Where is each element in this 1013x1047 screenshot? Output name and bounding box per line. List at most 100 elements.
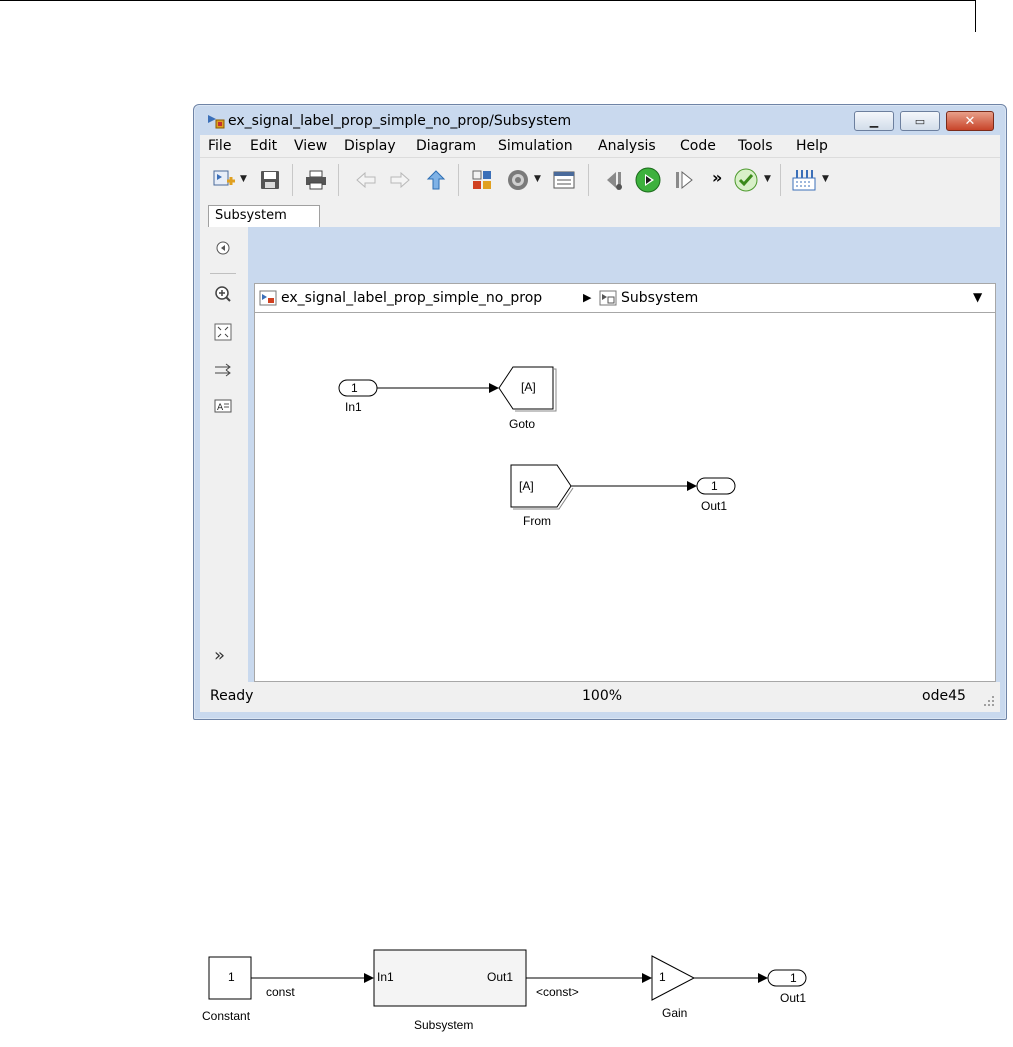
breadcrumb-root[interactable]: ex_signal_label_prop_simple_no_prop [281,290,542,306]
window-title: ex_signal_label_prop_simple_no_prop/Subs… [228,113,572,129]
maximize-icon: ▭ [914,114,926,128]
arrowhead [687,481,697,491]
model-advisor-dropdown-icon[interactable]: ▼ [764,174,771,184]
menu-simulation[interactable]: Simulation [498,135,573,157]
breadcrumb-child[interactable]: Subsystem [621,290,698,306]
solver-name[interactable]: ode45 [922,688,966,704]
fit-to-view-button[interactable] [212,321,234,343]
forward-button[interactable] [386,166,414,194]
menu-help[interactable]: Help [796,135,828,157]
subsystem-label: Subsystem [414,1018,474,1032]
goto-tag: [A] [521,380,536,394]
from-tag: [A] [519,479,534,493]
model-advisor-button[interactable] [732,166,760,194]
gain-value: 1 [659,970,666,984]
breadcrumb-dropdown-icon[interactable]: ▼ [973,290,982,304]
constant-value: 1 [228,970,235,984]
annotation-button[interactable]: A [212,395,234,417]
toolbar-separator [338,164,339,196]
simulink-window: ex_signal_label_prop_simple_no_prop/Subs… [193,104,1007,720]
status-text: Ready [210,688,254,704]
resize-grip-icon[interactable] [982,694,996,708]
left-palette: A » [200,227,248,682]
in1-port[interactable] [338,379,378,397]
back-arrow-icon [356,171,376,189]
goto-label: Goto [509,417,536,431]
step-back-button[interactable] [600,166,628,194]
toolbar-separator [292,164,293,196]
top-level-diagram [208,949,807,1007]
up-arrow-icon [426,170,446,190]
minimize-icon: ▁ [869,114,879,128]
up-button[interactable] [422,166,450,194]
run-button[interactable] [634,166,662,194]
constant-label: Constant [202,1009,251,1023]
build-dropdown-icon[interactable]: ▼ [822,174,829,184]
gain-label: Gain [662,1006,688,1020]
zoom-button[interactable] [212,283,234,305]
menu-tools[interactable]: Tools [738,135,773,157]
menu-view[interactable]: View [294,135,327,157]
model-explorer-button[interactable] [550,166,578,194]
palette-expand-icon[interactable]: » [214,645,225,666]
toolbar-overflow-icon[interactable]: » [712,168,722,187]
page-header-rule [0,0,975,1]
hide-browser-button[interactable] [212,237,234,259]
menu-display[interactable]: Display [344,135,396,157]
menu-file[interactable]: File [208,135,231,157]
close-button[interactable]: ✕ [946,111,994,131]
tab-strip: Subsystem [200,201,1000,227]
step-back-icon [607,172,622,190]
menu-bar: File Edit View Display Diagram Simulatio… [200,135,1000,157]
menu-diagram[interactable]: Diagram [416,135,476,157]
toolbar: ▼ ▼ » ▼ ▼ [200,157,1000,202]
new-model-dropdown-icon[interactable]: ▼ [240,174,247,184]
arrowhead [642,973,652,983]
new-model-icon [213,170,235,186]
subsystem-out-port: Out1 [487,970,514,984]
toolbar-separator [458,164,459,196]
model-canvas[interactable]: 1 In1 [A] Goto [A] From 1 Out1 [254,313,996,682]
zoom-in-icon [215,286,231,302]
model-explorer-icon [553,171,575,189]
palette-separator [210,273,236,274]
save-button[interactable] [256,166,284,194]
breadcrumb-separator-icon: ▶ [583,291,592,304]
menu-edit[interactable]: Edit [250,135,277,157]
subsystem-diagram [338,366,736,510]
step-forward-button[interactable] [670,166,698,194]
out1-port-number: 1 [711,479,718,493]
menu-analysis[interactable]: Analysis [598,135,656,157]
maximize-button[interactable]: ▭ [900,111,940,131]
svg-text:A: A [217,403,224,413]
close-icon: ✕ [964,113,976,129]
new-model-button[interactable] [210,166,238,194]
library-browser-button[interactable] [468,166,496,194]
build-icon [792,170,816,191]
in1-port-label: In1 [345,400,362,414]
build-button[interactable] [790,166,818,194]
library-browser-icon [472,170,491,189]
signal-routing-button[interactable] [212,359,234,381]
model-icon [259,290,277,306]
toolbar-separator [588,164,589,196]
forward-arrow-icon [390,171,410,189]
configuration-dropdown-icon[interactable]: ▼ [534,174,541,184]
signal1-label: const [266,985,295,999]
title-bar[interactable]: ex_signal_label_prop_simple_no_prop/Subs… [194,105,1006,135]
tab-subsystem[interactable]: Subsystem [208,205,320,227]
minimize-button[interactable]: ▁ [854,111,894,131]
from-label: From [523,514,551,528]
check-icon [734,168,758,192]
top-out1-port[interactable] [767,969,807,987]
in1-port-number: 1 [351,381,358,395]
out1-port-label: Out1 [701,499,728,513]
subsystem-icon [599,290,617,306]
arrow-right-icon [215,363,231,377]
back-button[interactable] [352,166,380,194]
breadcrumb: ex_signal_label_prop_simple_no_prop ▶ Su… [254,283,996,313]
configuration-button[interactable] [504,166,532,194]
run-icon [635,167,661,193]
menu-code[interactable]: Code [680,135,716,157]
print-button[interactable] [302,166,330,194]
